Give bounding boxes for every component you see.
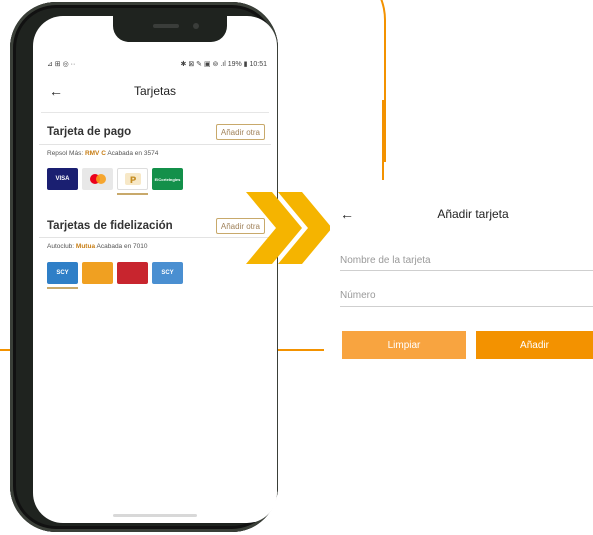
subtitle-suffix: Acabada en 7010 (96, 243, 148, 250)
home-indicator (113, 514, 197, 517)
decorative-line (382, 100, 384, 190)
subtitle-brand: RMV C (84, 150, 106, 157)
card-number-input[interactable] (340, 284, 593, 307)
arrow-left-icon[interactable]: ← (340, 206, 354, 222)
elcorteingles-card[interactable]: ElCorteIngles (152, 168, 183, 190)
subtitle-prefix: Repsol Más: (47, 150, 84, 157)
payment-cards-list: VISA P ElCorteIngles (47, 168, 183, 190)
divider (39, 237, 271, 238)
mastercard-icon (89, 174, 106, 184)
arrow-left-icon[interactable]: ← (49, 82, 63, 100)
repsol-logo-icon: P (124, 173, 141, 186)
svg-text:P: P (129, 176, 136, 186)
loyalty-section-title: Tarjetas de fidelización (47, 220, 173, 232)
visa-card[interactable]: VISA (47, 168, 78, 190)
card-name-input[interactable] (340, 250, 593, 271)
scy-card[interactable]: SCY (152, 262, 183, 284)
card-label: ElCorteIngles (154, 176, 181, 182)
divider (41, 112, 269, 113)
subtitle-suffix: Acabada en 3574 (107, 150, 159, 157)
panel-title: Añadir tarjeta (437, 207, 509, 221)
add-card-panel: ← Añadir tarjeta Limpiar Añadir (330, 180, 593, 380)
selected-card-indicator (117, 193, 148, 195)
subtitle-brand: Mutua (75, 243, 96, 250)
scy-card[interactable]: SCY (47, 262, 78, 284)
status-bar: ⊿ ⊞ ◎ ·· ✱ ⊠ ✎ ▣ ⊚ .ıl 19% ▮ 10:51 (47, 60, 267, 68)
repsol-card[interactable]: P (117, 168, 148, 190)
divider (39, 144, 271, 145)
phone-frame: ⊿ ⊞ ◎ ·· ✱ ⊠ ✎ ▣ ⊚ .ıl 19% ▮ 10:51 Tarje… (10, 2, 278, 532)
selected-card-indicator (47, 287, 78, 289)
page-title: Tarjetas (133, 84, 177, 98)
app-bar: Tarjetas ← (33, 82, 277, 102)
phone-notch (113, 16, 227, 42)
chevron-right-arrows-icon (246, 192, 332, 264)
phone-screen: ⊿ ⊞ ◎ ·· ✱ ⊠ ✎ ▣ ⊚ .ıl 19% ▮ 10:51 Tarje… (33, 16, 277, 523)
add-button[interactable]: Añadir (476, 331, 593, 359)
card-label: SCY (56, 270, 69, 276)
decorative-arc (300, 0, 386, 162)
loyalty-cards-list: SCY SCY (47, 262, 183, 284)
subtitle-prefix: Autoclub: (47, 243, 75, 250)
payment-subtitle: Repsol Más: RMV C Acabada en 3574 (47, 150, 158, 157)
payment-section-title: Tarjeta de pago (47, 126, 132, 138)
add-payment-card-button[interactable]: Añadir otra (215, 124, 265, 140)
status-left-icons: ⊿ ⊞ ◎ ·· (47, 61, 76, 68)
clear-button[interactable]: Limpiar (342, 331, 466, 359)
mastercard-card[interactable] (82, 168, 113, 190)
red-loyalty-card[interactable] (117, 262, 148, 284)
status-right-icons: ✱ ⊠ ✎ ▣ ⊚ .ıl 19% ▮ 10:51 (180, 61, 267, 68)
loyalty-subtitle: Autoclub: Mutua Acabada en 7010 (47, 243, 147, 250)
card-label: SCY (161, 270, 174, 276)
orange-loyalty-card[interactable] (82, 262, 113, 284)
card-label: VISA (55, 176, 70, 182)
